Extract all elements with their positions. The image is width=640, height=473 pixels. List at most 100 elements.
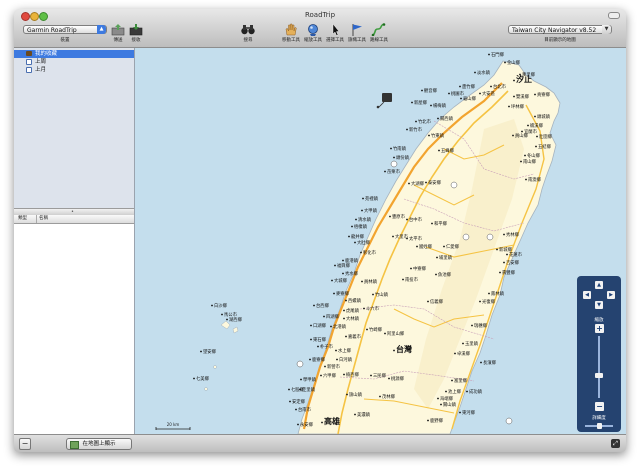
zoom-tool-icon[interactable] bbox=[305, 23, 321, 36]
pan-right-button[interactable]: ▶ bbox=[607, 291, 615, 299]
item-list[interactable] bbox=[14, 224, 134, 434]
zoom-tool-label: 縮放工具 bbox=[304, 38, 322, 43]
map-place-dot bbox=[474, 71, 476, 74]
map-place-label: 嘉義市 bbox=[348, 333, 362, 340]
pan-left-button[interactable]: ◀ bbox=[583, 291, 591, 299]
receive-icon[interactable] bbox=[128, 23, 144, 36]
map-place-label: 冬山鄉 bbox=[527, 152, 541, 159]
pointer-icon[interactable] bbox=[327, 23, 343, 36]
map-place-label: 望安鄉 bbox=[203, 348, 217, 355]
fullscreen-icon[interactable]: ⤢ bbox=[611, 439, 620, 448]
map-place-dot bbox=[499, 271, 501, 274]
route-icon[interactable] bbox=[371, 23, 387, 36]
map-place-dot bbox=[313, 304, 315, 307]
binoculars-icon[interactable] bbox=[240, 23, 256, 36]
map-place-dot bbox=[354, 241, 356, 244]
map-place-label: 鹿寮鄉 bbox=[312, 356, 326, 363]
column-name[interactable]: 名稱 bbox=[36, 215, 48, 223]
toolbar-toggle-button[interactable] bbox=[608, 12, 620, 19]
hand-icon[interactable] bbox=[283, 23, 299, 36]
map-place-dot bbox=[345, 299, 347, 302]
map-place-label: 大甲鎮 bbox=[364, 207, 378, 214]
map-place-dot bbox=[324, 365, 326, 368]
list-column-header: 類型 名稱 bbox=[14, 215, 134, 224]
map-place-dot bbox=[343, 373, 345, 376]
map-place-dot bbox=[335, 349, 337, 352]
map-place-label: 頭城鎮 bbox=[537, 113, 551, 120]
map-select-value: Taiwan City Navigator v8.52 bbox=[512, 27, 597, 34]
map-place-label: 花蓮市 bbox=[509, 251, 523, 258]
show-on-map-button[interactable]: 在地圖上顯示 bbox=[66, 438, 132, 450]
map-place-dot bbox=[448, 92, 450, 95]
map-place-dot bbox=[384, 332, 386, 335]
map-place-dot bbox=[471, 324, 473, 327]
map-place-dot bbox=[200, 350, 202, 353]
zoom-slider-track[interactable] bbox=[598, 336, 600, 398]
map-place-dot bbox=[503, 233, 505, 236]
map-place-dot bbox=[459, 85, 461, 88]
map-select[interactable]: Taiwan City Navigator v8.52 ▼ bbox=[508, 25, 612, 34]
map-place-label: 高雄 bbox=[324, 416, 340, 426]
map-place-label: 仁愛鄉 bbox=[446, 243, 460, 250]
map-place-label: 埔里鎮 bbox=[439, 254, 453, 261]
detail-label: 詳細度 bbox=[592, 416, 606, 421]
map-place-dot bbox=[508, 105, 510, 108]
map-place-dot bbox=[408, 182, 410, 185]
map-place-dot bbox=[490, 85, 492, 88]
map-place-label: 鹿野鄉 bbox=[430, 417, 444, 424]
map-place-label: 西螺鎮 bbox=[348, 297, 362, 304]
zoom-in-button[interactable]: + bbox=[595, 324, 604, 333]
send-icon[interactable] bbox=[110, 23, 126, 36]
column-type[interactable]: 類型 bbox=[18, 215, 27, 223]
map-place-dot bbox=[421, 89, 423, 92]
map-place-dot bbox=[488, 292, 490, 295]
map-place-dot bbox=[342, 259, 344, 262]
device-select[interactable]: Garmin RoadTrip ▲ bbox=[23, 25, 107, 34]
map-place-dot bbox=[466, 390, 468, 393]
map-place-label: 池上鄉 bbox=[448, 388, 462, 395]
map-place-dot bbox=[443, 245, 445, 248]
map-place-dot bbox=[310, 324, 312, 327]
pan-down-button[interactable]: ▼ bbox=[595, 301, 603, 309]
zoom-out-button[interactable]: − bbox=[595, 402, 604, 411]
map-place-dot bbox=[379, 395, 381, 398]
map-place-dot bbox=[445, 390, 447, 393]
map-view[interactable]: 石門鄉 金山鄉 淡水鎮 汐止 萬里鄉 台北市 大安區 觀音鄉 桃園市 蘆竹鄉 龜山鄉 雙溪鄉 貢寮鄉 坪林… bbox=[135, 48, 626, 434]
detail-slider-thumb[interactable] bbox=[597, 423, 602, 429]
map-place-dot bbox=[513, 79, 515, 82]
zoom-slider-thumb[interactable] bbox=[595, 373, 603, 378]
map-label: 目前顯示的地圖 bbox=[544, 38, 576, 43]
map-place-dot bbox=[411, 101, 413, 104]
map-place-dot bbox=[427, 300, 429, 303]
flag-icon[interactable] bbox=[349, 23, 365, 36]
map-place-label: 玉里鎮 bbox=[465, 340, 479, 347]
remove-button[interactable]: − bbox=[19, 438, 31, 450]
map-place-label: 金山鄉 bbox=[507, 59, 521, 66]
sidebar-item-favorites[interactable]: 我的收藏 bbox=[14, 50, 134, 58]
sidebar-item-last-month[interactable]: 上月 bbox=[14, 66, 134, 74]
map-place-dot bbox=[342, 272, 344, 275]
map-place-dot bbox=[297, 423, 299, 426]
map-place-dot bbox=[534, 115, 536, 118]
map-place-dot bbox=[393, 349, 395, 352]
map-place-label: 馬公市 bbox=[224, 311, 238, 318]
map-place-label: 斗六市 bbox=[366, 305, 380, 312]
pan-up-button[interactable]: ▲ bbox=[595, 281, 603, 289]
map-place-label: 宜蘭市 bbox=[524, 128, 538, 135]
map-place-label: 關山鎮 bbox=[443, 401, 457, 408]
map-place-label: 桃園市 bbox=[451, 90, 465, 97]
map-place-label: 學甲鎮 bbox=[303, 376, 317, 383]
map-canvas[interactable]: 石門鄉金山鄉淡水鎮汐止萬里鄉台北市大安區觀音鄉桃園市蘆竹鄉龜山鄉 雙溪鄉 貢寮鄉坪林… bbox=[135, 48, 626, 434]
map-place-label: 大林鎮 bbox=[346, 315, 360, 322]
map-place-label: 美濃鎮 bbox=[357, 411, 371, 418]
map-place-dot bbox=[428, 134, 430, 137]
map-icon bbox=[70, 441, 79, 449]
map-place-dot bbox=[480, 361, 482, 364]
map-place-dot bbox=[524, 154, 526, 157]
map-place-dot bbox=[512, 134, 514, 137]
map-place-dot bbox=[503, 261, 505, 264]
map-place-label: 麥寮鄉 bbox=[336, 290, 350, 297]
sidebar-item-last-week[interactable]: 上周 bbox=[14, 58, 134, 66]
map-place-dot bbox=[534, 93, 536, 96]
map-place-label: 桃源鄉 bbox=[391, 375, 405, 382]
